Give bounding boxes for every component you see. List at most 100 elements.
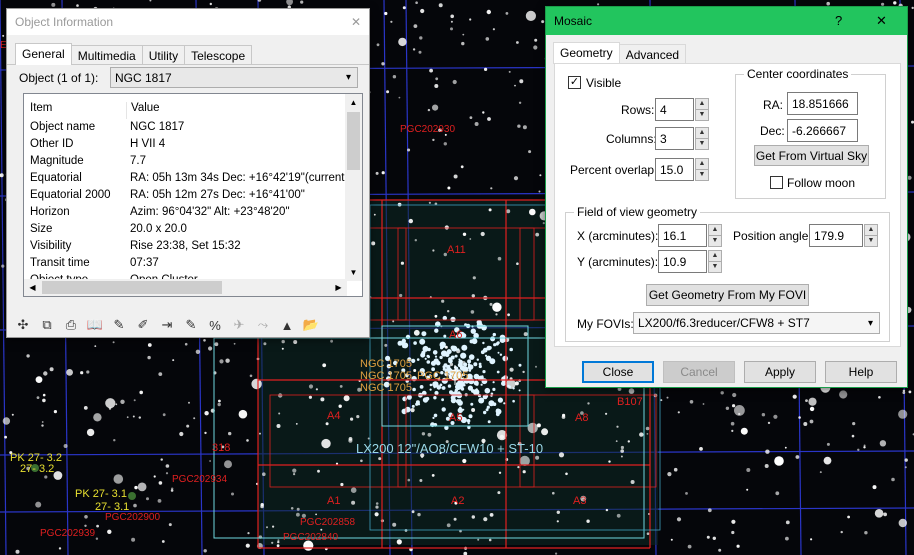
position-angle-stepper[interactable]: ▲ ▼ <box>864 224 878 247</box>
star <box>246 439 249 442</box>
up-icon[interactable]: ▲ <box>277 315 297 335</box>
list-item[interactable]: Visibility Rise 23:38, Set 15:32 <box>24 240 346 257</box>
star <box>278 393 283 398</box>
overlap-stepper[interactable]: ▲ ▼ <box>695 158 709 181</box>
tab-utility[interactable]: Utility <box>141 45 186 64</box>
cluster-star <box>496 341 500 345</box>
scroll-up-icon[interactable]: ▲ <box>345 94 362 111</box>
star <box>718 548 722 552</box>
note-icon[interactable]: ✐ <box>133 315 153 335</box>
cluster-star <box>461 344 468 351</box>
star <box>447 186 451 190</box>
overlap-input[interactable]: 15.0 <box>655 158 694 181</box>
star <box>208 346 213 351</box>
rows-stepper[interactable]: ▲ ▼ <box>695 98 709 121</box>
folder-icon[interactable]: 📂 <box>301 315 321 335</box>
scroll-left-icon[interactable]: ◀ <box>24 279 41 296</box>
cancel-button[interactable]: Cancel <box>663 361 735 383</box>
column-header-item[interactable]: Item <box>24 102 126 119</box>
chart-icon[interactable]: ✎ <box>181 315 201 335</box>
object-info-titlebar[interactable]: Object Information ✕ <box>7 9 369 35</box>
telescope-icon[interactable]: ✈ <box>229 315 249 335</box>
star <box>509 367 514 372</box>
list-item[interactable]: Magnitude 7.7 <box>24 155 346 172</box>
star <box>689 400 694 404</box>
list-item[interactable]: Object name NGC 1817 <box>24 121 346 138</box>
x-arcminutes-stepper[interactable]: ▲ ▼ <box>708 224 722 247</box>
scroll-thumb[interactable] <box>347 112 360 170</box>
close-icon[interactable]: ✕ <box>876 13 887 29</box>
visible-checkbox[interactable]: ✓ <box>568 76 581 89</box>
item-value: RA: 05h 12m 27s Dec: +16°41'00" <box>130 189 305 201</box>
ra-input[interactable]: 18.851666 <box>787 92 858 115</box>
pencil-icon[interactable]: ✎ <box>109 315 129 335</box>
get-from-virtual-sky-button[interactable]: Get From Virtual Sky <box>754 145 869 166</box>
star <box>863 446 866 449</box>
scroll-right-icon[interactable]: ▶ <box>330 279 347 296</box>
horizontal-scrollbar[interactable]: ◀ ▶ <box>24 279 347 296</box>
columns-input[interactable]: 3 <box>655 127 694 150</box>
list-item[interactable]: Transit time 07:37 <box>24 257 346 274</box>
star <box>462 232 467 236</box>
star <box>375 502 379 505</box>
book-icon[interactable]: 📖 <box>85 315 105 335</box>
star <box>35 376 43 383</box>
list-item[interactable]: Other ID H VII 4 <box>24 138 346 155</box>
help-button[interactable]: Help <box>825 361 897 383</box>
print-icon[interactable]: ⎙ <box>61 315 81 335</box>
star <box>516 41 519 44</box>
object-select[interactable]: NGC 1817 ▾ <box>110 67 358 88</box>
my-fovis-select[interactable]: LX200/f6.3reducer/CFW8 + ST7 ▾ <box>633 312 880 334</box>
cluster-star <box>497 351 500 354</box>
sky-label: PGC202939 <box>40 528 96 539</box>
tab-general[interactable]: General <box>15 43 72 65</box>
column-header-value[interactable]: Value <box>126 102 346 119</box>
y-arcminutes-input[interactable]: 10.9 <box>658 250 707 273</box>
position-angle-input[interactable]: 179.9 <box>809 224 863 247</box>
apply-button[interactable]: Apply <box>744 361 816 383</box>
help-icon[interactable]: ? <box>835 13 842 28</box>
x-arcminutes-input[interactable]: 16.1 <box>658 224 707 247</box>
y-arcminutes-stepper[interactable]: ▲ ▼ <box>708 250 722 273</box>
list-item[interactable]: Equatorial RA: 05h 13m 34s Dec: +16°42'19… <box>24 172 346 189</box>
tab-telescope[interactable]: Telescope <box>184 45 253 64</box>
object-information-window[interactable]: Object Information ✕ General Multimedia … <box>6 8 370 338</box>
close-button[interactable]: Close <box>582 361 654 383</box>
follow-moon-checkbox[interactable] <box>770 176 783 189</box>
cluster-star <box>485 408 489 412</box>
star <box>276 544 280 548</box>
star <box>539 174 542 177</box>
star <box>412 48 416 51</box>
star <box>556 520 559 523</box>
cluster-star <box>484 387 491 394</box>
get-geometry-button[interactable]: Get Geometry From My FOVI <box>646 284 809 306</box>
columns-stepper[interactable]: ▲ ▼ <box>695 127 709 150</box>
dec-input[interactable]: -6.266667 <box>787 119 858 142</box>
rows-input[interactable]: 4 <box>655 98 694 121</box>
star <box>738 412 741 416</box>
arrow-icon[interactable]: ⇥ <box>157 315 177 335</box>
mosaic-window[interactable]: Mosaic ? ✕ Geometry Advanced ✓ Visible R… <box>545 6 908 388</box>
cluster-star <box>497 397 503 403</box>
star <box>514 84 516 87</box>
object-info-list[interactable]: Item Value Object name NGC 1817 Other ID H … <box>23 93 363 297</box>
nebula-marker <box>128 492 136 500</box>
tab-advanced[interactable]: Advanced <box>618 44 687 63</box>
close-icon[interactable]: ✕ <box>351 15 361 29</box>
star <box>80 371 84 375</box>
ratio-icon[interactable]: % <box>205 315 225 335</box>
cluster-star <box>468 354 475 360</box>
slew-icon[interactable]: ⤳ <box>253 315 273 335</box>
scroll-thumb-horizontal[interactable] <box>42 281 222 294</box>
scroll-down-icon[interactable]: ▼ <box>345 264 362 281</box>
tab-multimedia[interactable]: Multimedia <box>70 45 143 64</box>
copy-icon[interactable]: ⧉ <box>37 315 57 335</box>
tab-geometry[interactable]: Geometry <box>553 42 620 64</box>
list-item[interactable]: Size 20.0 x 20.0 <box>24 223 346 240</box>
vertical-scrollbar[interactable]: ▲ ▼ <box>345 94 362 281</box>
list-item[interactable]: Horizon Azim: 96°04'32" Alt: +23°48'20" <box>24 206 346 223</box>
center-icon[interactable]: ✣ <box>13 315 33 335</box>
list-item[interactable]: Equatorial 2000 RA: 05h 12m 27s Dec: +16°… <box>24 189 346 206</box>
mosaic-titlebar[interactable]: Mosaic ? ✕ <box>546 7 907 35</box>
my-fovis-label: My FOVIs: <box>577 317 634 331</box>
